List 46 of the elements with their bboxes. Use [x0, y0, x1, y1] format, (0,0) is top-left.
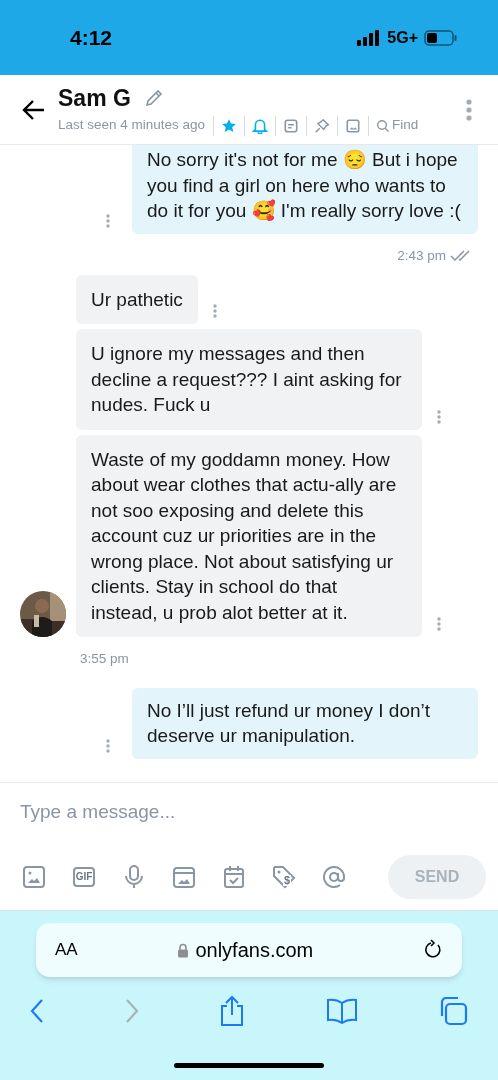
more-options-icon[interactable]	[437, 409, 441, 424]
more-options-icon[interactable]	[437, 617, 441, 632]
at-sign-icon[interactable]	[322, 865, 346, 889]
message-bubble: No sorry it's not for me 😔 But i hope you find a girl on here who wants to do it for you 🥰 I'm really sorry love :(	[132, 145, 478, 234]
more-options-icon[interactable]	[466, 98, 472, 121]
back-arrow-icon[interactable]	[22, 98, 46, 121]
share-icon[interactable]	[219, 995, 245, 1027]
note-icon[interactable]	[283, 117, 300, 134]
signal-icon	[357, 29, 382, 46]
pencil-icon[interactable]	[144, 88, 163, 107]
back-icon[interactable]	[30, 998, 44, 1024]
battery-icon	[424, 29, 458, 46]
icon-label: GIF	[74, 872, 94, 882]
message-input[interactable]: Type a message...	[20, 797, 478, 827]
gif-icon[interactable]	[72, 865, 96, 889]
address-bar[interactable]: AA onlyfans.com	[36, 923, 462, 977]
more-options-icon[interactable]	[106, 738, 110, 753]
text-size-button[interactable]: AA	[55, 937, 78, 963]
message-bubble: Ur pathetic	[76, 274, 198, 325]
image-icon[interactable]	[345, 117, 362, 134]
tabs-icon[interactable]	[438, 996, 468, 1026]
message-bubble: No I’ll just refund ur money I don’t deserve ur manipulation.	[132, 687, 478, 759]
image-icon[interactable]	[22, 865, 46, 889]
price-tag-icon[interactable]	[272, 865, 296, 889]
bookmarks-icon[interactable]	[325, 998, 358, 1024]
message-bubble: Waste of my goddamn money. How about wear clothes that actu-ally are not soo exposing and delete this account cuz ur priorities are in the wrong place. Not about satisfying ur clients. Stay in school do that instead, u prob alot better at it.	[76, 434, 422, 638]
star-icon[interactable]	[221, 117, 238, 134]
icon-label: $	[282, 875, 292, 886]
pin-icon[interactable]	[314, 117, 331, 134]
more-options-icon[interactable]	[212, 304, 217, 319]
network-label: 5G+	[387, 27, 418, 48]
calendar-icon[interactable]	[222, 865, 246, 889]
reload-icon[interactable]	[423, 939, 443, 961]
gallery-icon[interactable]	[172, 865, 196, 889]
status-time: 4:12	[70, 24, 114, 51]
url-text: onlyfans.com	[195, 938, 314, 963]
search-icon	[376, 118, 391, 133]
forward-icon[interactable]	[124, 998, 139, 1024]
message-time: 3:55 pm	[80, 650, 129, 669]
microphone-icon[interactable]	[122, 865, 146, 889]
message-bubble: U ignore my messages and then decline a request??? I aint asking for nudes. Fuck u	[76, 329, 422, 430]
bell-icon[interactable]	[252, 117, 269, 134]
more-options-icon[interactable]	[106, 213, 110, 228]
last-seen-text: Last seen 4 minutes ago	[58, 116, 207, 135]
contact-name: Sam G	[58, 83, 131, 113]
message-time: 2:43 pm	[397, 246, 446, 265]
